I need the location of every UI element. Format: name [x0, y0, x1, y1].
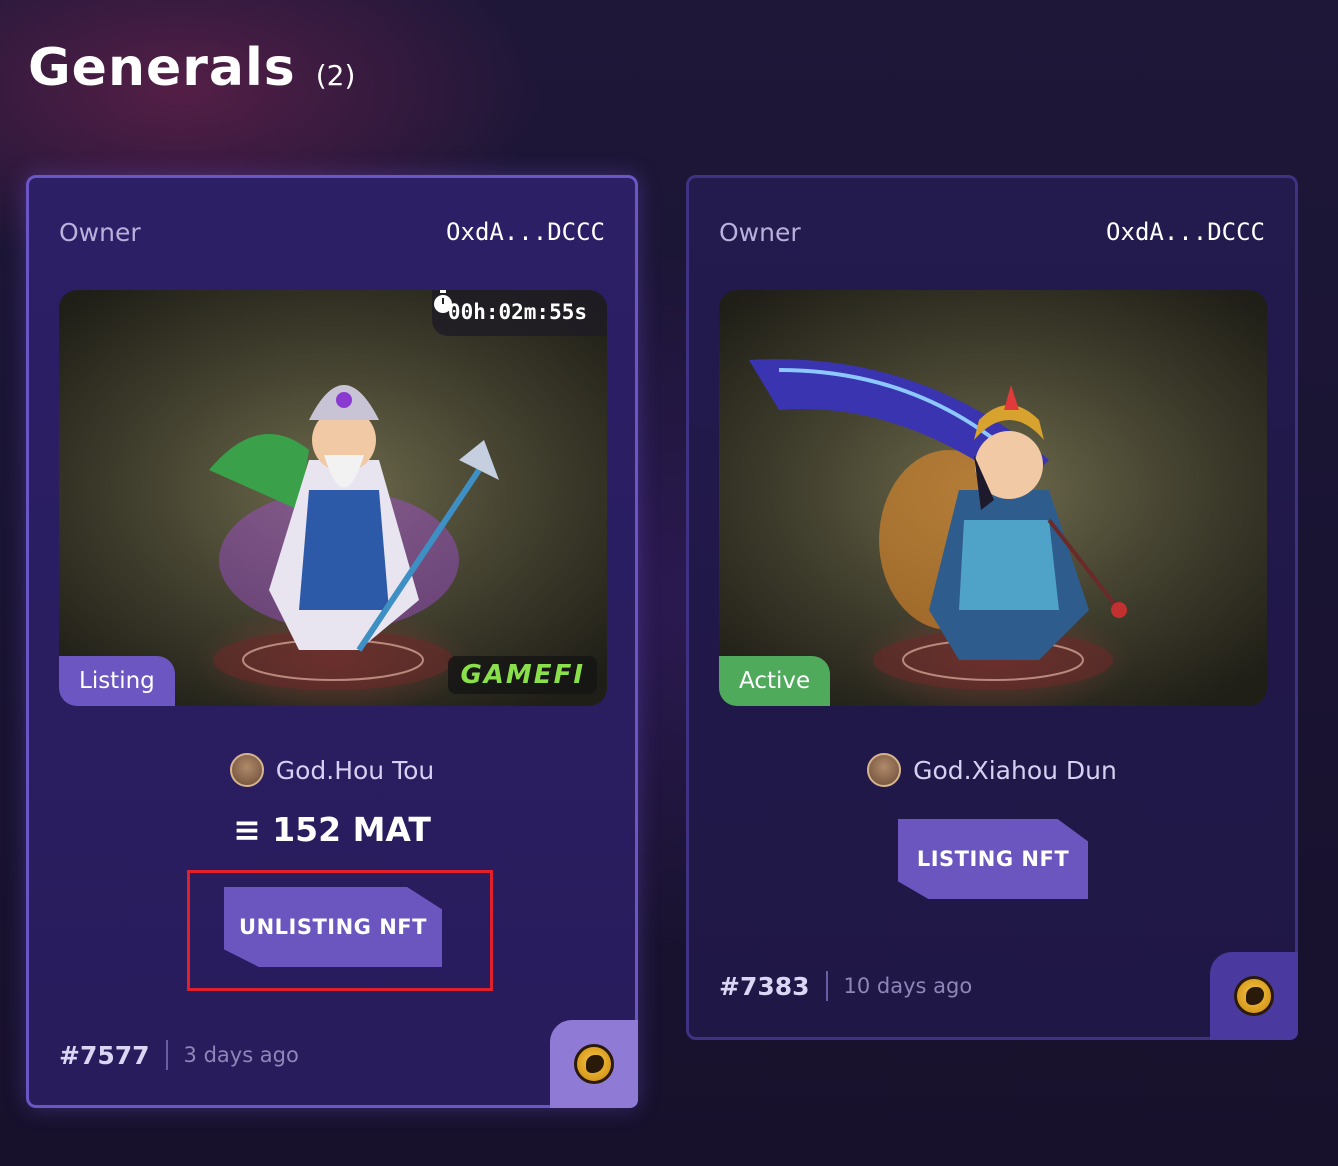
timer-value: 00h:02m:55s — [447, 300, 587, 324]
hero-name-row: God.Xiahou Dun — [689, 753, 1295, 787]
card-footer: #7383 10 days ago — [719, 971, 972, 1001]
hero-illustration — [749, 359, 1127, 690]
page-title-text: Generals — [28, 38, 296, 98]
gamefi-watermark: GAMEFI — [448, 656, 597, 694]
faction-emblem-icon — [1234, 976, 1274, 1016]
faction-tab[interactable] — [1210, 952, 1298, 1040]
owner-label: Owner — [59, 218, 141, 247]
page-title: Generals (2) — [28, 38, 355, 98]
general-artwork[interactable]: Active — [719, 290, 1267, 706]
hero-illustration — [209, 385, 499, 690]
general-card[interactable]: Owner OxdA...DCCC Active God.Xiahou Dun … — [686, 175, 1298, 1040]
listing-nft-button[interactable]: LISTING NFT — [898, 819, 1088, 899]
owner-address[interactable]: OxdA...DCCC — [446, 218, 605, 247]
card-footer: #7577 3 days ago — [59, 1040, 299, 1070]
owner-row: Owner OxdA...DCCC — [719, 218, 1265, 247]
faction-tab[interactable] — [550, 1020, 638, 1108]
price: ≡ 152 MAT — [233, 810, 431, 849]
general-card[interactable]: Owner OxdA...DCCC 00h:02m:55s Listing GA… — [26, 175, 638, 1108]
token-id: #7577 — [59, 1040, 150, 1070]
hero-name: God.Hou Tou — [275, 755, 435, 785]
status-badge: Active — [719, 656, 831, 706]
token-id: #7383 — [719, 971, 810, 1001]
owner-address[interactable]: OxdA...DCCC — [1106, 218, 1265, 247]
stopwatch-icon — [433, 290, 452, 313]
hero-name: God.Xiahou Dun — [913, 755, 1117, 785]
created-age: 3 days ago — [183, 1043, 299, 1067]
status-badge: Listing — [59, 656, 175, 706]
divider — [825, 971, 828, 1001]
hero-name-row: God.Hou Tou — [29, 753, 635, 787]
owner-row: Owner OxdA...DCCC — [59, 218, 605, 247]
hero-class-icon — [867, 753, 902, 787]
hero-class-icon — [229, 753, 264, 787]
listing-timer: 00h:02m:55s — [431, 290, 607, 336]
general-artwork[interactable]: 00h:02m:55s Listing GAMEFI — [59, 290, 607, 706]
divider — [165, 1040, 168, 1070]
created-age: 10 days ago — [843, 974, 973, 998]
faction-emblem-icon — [574, 1044, 614, 1084]
owner-label: Owner — [719, 218, 801, 247]
general-count: (2) — [315, 59, 356, 92]
unlisting-nft-button[interactable]: UNLISTING NFT — [224, 887, 442, 967]
